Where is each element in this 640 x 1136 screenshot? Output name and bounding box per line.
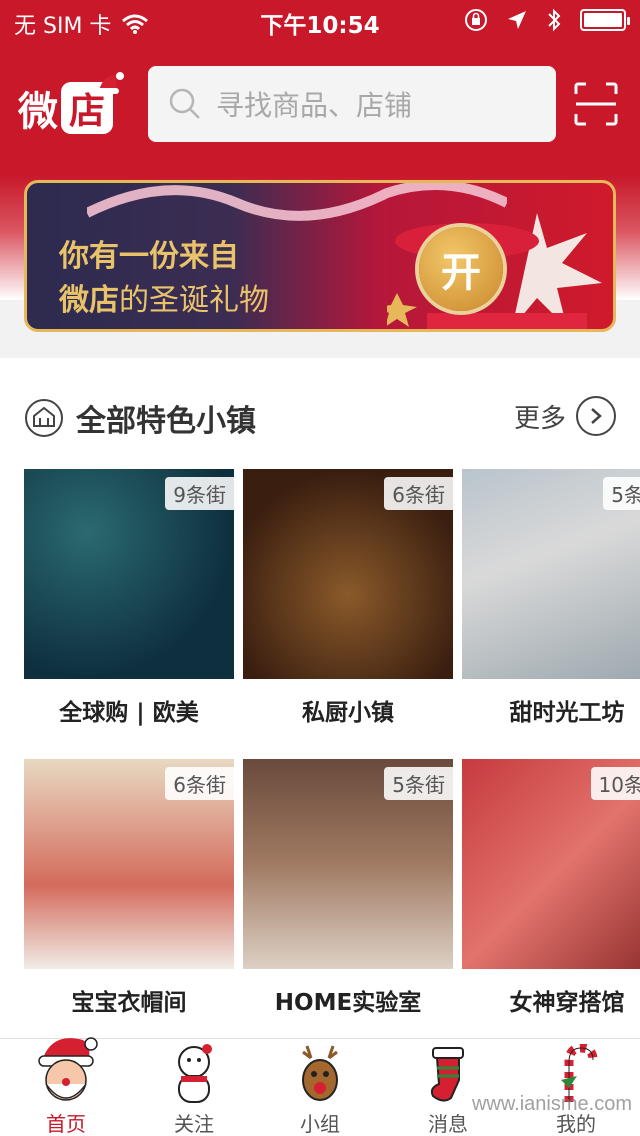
tab-messages[interactable]: 消息 bbox=[384, 1039, 512, 1136]
app-logo: 微 店 bbox=[18, 72, 128, 138]
battery-icon bbox=[580, 9, 630, 31]
watermark: www.ianisme.com bbox=[471, 1093, 632, 1115]
search-bar[interactable]: 寻找商品、店铺 bbox=[148, 66, 556, 142]
tab-home[interactable]: 首页 bbox=[2, 1037, 130, 1136]
banner-brand: 微店 bbox=[59, 283, 119, 318]
banner-line2: 微店的圣诞礼物 bbox=[59, 275, 269, 319]
town-name: 私厨小镇 bbox=[302, 700, 394, 726]
street-count-badge: 5条街 bbox=[384, 767, 453, 800]
town-card[interactable]: 9条街 全球购 | 欧美 bbox=[24, 469, 234, 727]
logo-text: 微 bbox=[18, 89, 59, 135]
street-count-badge: 6条街 bbox=[165, 767, 234, 800]
scan-icon[interactable] bbox=[574, 82, 618, 126]
open-gift-button[interactable]: 开 bbox=[419, 227, 503, 311]
snowman-icon bbox=[178, 1044, 212, 1103]
town-name: 宝宝衣帽间 bbox=[71, 990, 187, 1016]
town-card[interactable]: 6条街 宝宝衣帽间 bbox=[24, 759, 234, 1017]
search-icon bbox=[169, 88, 200, 119]
tab-label: 关注 bbox=[174, 1112, 214, 1136]
town-image: 5条街 bbox=[243, 759, 453, 969]
status-bar: 无 SIM 卡 下午10:54 bbox=[0, 0, 640, 40]
section-title: 全部特色小镇 bbox=[76, 404, 256, 439]
rotation-lock-icon bbox=[465, 9, 487, 31]
town-image: 5条街 bbox=[462, 469, 640, 679]
santa-icon bbox=[38, 1037, 98, 1101]
reindeer-icon bbox=[302, 1045, 338, 1101]
town-image: 6条街 bbox=[243, 469, 453, 679]
banner-line2-text: 的圣诞礼物 bbox=[119, 283, 269, 318]
bluetooth-icon bbox=[548, 8, 561, 32]
town-card[interactable]: 5条街 HOME实验室 bbox=[243, 759, 453, 1017]
town-card[interactable]: 10条街 女神穿搭馆 bbox=[462, 759, 640, 1017]
town-image: 9条街 bbox=[24, 469, 234, 679]
location-arrow-icon bbox=[508, 11, 526, 29]
town-icon bbox=[25, 399, 63, 437]
town-card[interactable]: 5条街 甜时光工坊 bbox=[462, 469, 640, 727]
divider bbox=[0, 344, 640, 358]
tab-groups[interactable]: 小组 bbox=[256, 1039, 384, 1136]
tab-follow[interactable]: 关注 bbox=[130, 1039, 258, 1136]
tab-label: 消息 bbox=[428, 1112, 468, 1136]
tab-label: 首页 bbox=[46, 1112, 86, 1136]
tab-profile[interactable]: 我的 bbox=[512, 1039, 640, 1136]
stocking-icon bbox=[430, 1047, 464, 1102]
search-placeholder: 寻找商品、店铺 bbox=[216, 89, 413, 122]
street-count-badge: 5条街 bbox=[603, 477, 640, 510]
town-card[interactable]: 6条街 私厨小镇 bbox=[243, 469, 453, 727]
street-count-badge: 6条街 bbox=[384, 477, 453, 510]
town-name: 全球购 | 欧美 bbox=[59, 700, 199, 726]
town-name: 甜时光工坊 bbox=[509, 700, 625, 726]
more-link[interactable]: 更多 bbox=[514, 396, 616, 436]
christmas-gift-banner[interactable]: 你有一份来自 微店的圣诞礼物 开 bbox=[24, 180, 616, 332]
tab-bar: 首页 关注 小组 消息 我的 www.ianisme.com bbox=[0, 1037, 640, 1136]
street-count-badge: 10条街 bbox=[590, 767, 640, 800]
town-image: 6条街 bbox=[24, 759, 234, 969]
banner-line1: 你有一份来自 bbox=[59, 239, 239, 274]
tab-label: 小组 bbox=[300, 1112, 340, 1136]
logo-badge: 店 bbox=[61, 72, 124, 134]
town-name: HOME实验室 bbox=[274, 990, 422, 1016]
chevron-right-icon bbox=[576, 396, 616, 436]
town-image: 10条街 bbox=[462, 759, 640, 969]
street-count-badge: 9条街 bbox=[165, 477, 234, 510]
towns-section: 全部特色小镇 更多 9条街 全球购 | 欧美 6条街 私厨小镇 5条街 甜时光工… bbox=[0, 358, 640, 1038]
section-header: 全部特色小镇 bbox=[24, 396, 256, 440]
more-label: 更多 bbox=[513, 403, 566, 434]
town-name: 女神穿搭馆 bbox=[509, 990, 625, 1016]
santa-hat-icon bbox=[97, 72, 124, 94]
